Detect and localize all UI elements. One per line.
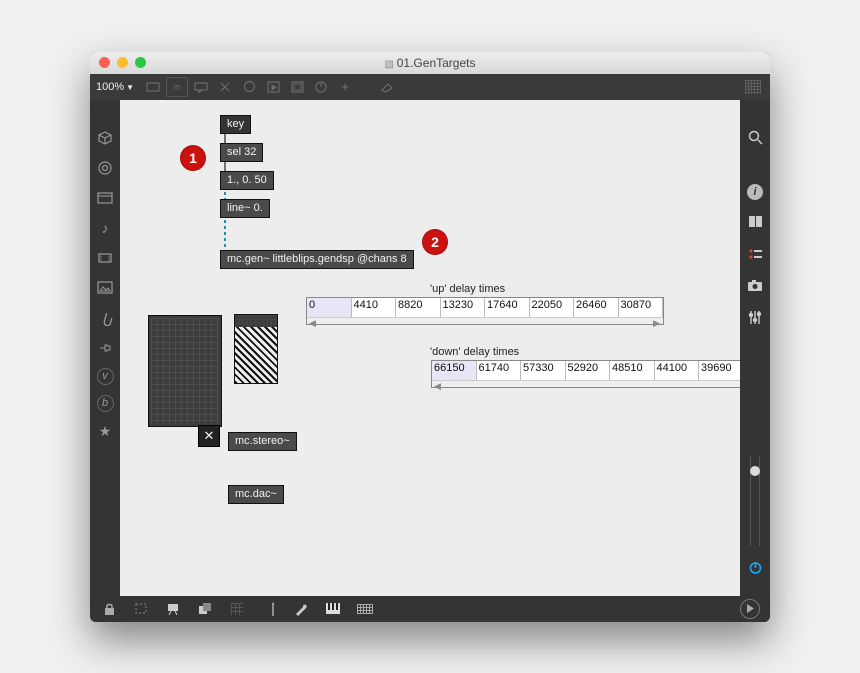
image-icon[interactable] bbox=[95, 278, 115, 298]
mute-toggle[interactable]: ✕ bbox=[198, 425, 220, 447]
power-icon[interactable] bbox=[745, 558, 765, 578]
object-line[interactable]: line~ 0. bbox=[220, 199, 270, 218]
star-icon[interactable]: ★ bbox=[95, 422, 115, 442]
zoom-dropdown[interactable]: 100%▼ bbox=[96, 81, 134, 93]
object-key[interactable]: key bbox=[220, 115, 251, 134]
toolbar-eraser-icon[interactable] bbox=[376, 77, 398, 97]
toolbar-m-icon[interactable]: m bbox=[166, 77, 188, 97]
note-icon[interactable]: ♪ bbox=[95, 218, 115, 238]
table-cell[interactable]: 22050 bbox=[530, 298, 575, 318]
letter-v-icon[interactable]: v bbox=[97, 368, 114, 385]
patcher-canvas[interactable]: 1 2 key sel 32 1., 0. 50 line~ 0. mc.gen… bbox=[120, 100, 740, 596]
piano-icon[interactable] bbox=[324, 600, 342, 618]
table-down[interactable]: 66150 61740 57330 52920 48510 44100 3969… bbox=[431, 360, 740, 388]
movie-icon[interactable] bbox=[95, 248, 115, 268]
table-cell[interactable]: 26460 bbox=[574, 298, 619, 318]
table-cell[interactable]: 61740 bbox=[477, 361, 522, 381]
object-mcstereo[interactable]: mc.stereo~ bbox=[228, 432, 297, 451]
present-icon[interactable] bbox=[164, 600, 182, 618]
plug-icon[interactable] bbox=[95, 338, 115, 358]
letter-b-icon[interactable]: b bbox=[97, 395, 114, 412]
right-sidebar: i bbox=[740, 100, 770, 596]
titlebar: 01.GenTargets bbox=[90, 52, 770, 74]
table-up[interactable]: 0 4410 8820 13230 17640 22050 26460 3087… bbox=[306, 297, 664, 325]
multislider[interactable] bbox=[234, 314, 278, 384]
list-icon[interactable] bbox=[745, 244, 765, 264]
table-cell[interactable]: 30870 bbox=[619, 298, 664, 318]
toolbar-x-icon[interactable] bbox=[214, 77, 236, 97]
camera-icon[interactable] bbox=[745, 276, 765, 296]
keyboard-icon[interactable] bbox=[356, 600, 374, 618]
comment-down: 'down' delay times bbox=[430, 346, 519, 358]
table-cell[interactable]: 52920 bbox=[566, 361, 611, 381]
table-cell[interactable]: 39690 bbox=[699, 361, 740, 381]
toolbar-comment-icon[interactable] bbox=[190, 77, 212, 97]
table-cell[interactable]: 0 bbox=[307, 298, 352, 318]
search-icon[interactable] bbox=[745, 128, 765, 148]
table-cell[interactable]: 17640 bbox=[485, 298, 530, 318]
top-toolbar: 100%▼ m + bbox=[90, 74, 770, 101]
left-sidebar: ♪ v b ★ bbox=[90, 100, 120, 596]
bottom-toolbar bbox=[90, 596, 770, 622]
object-message[interactable]: 1., 0. 50 bbox=[220, 171, 274, 190]
table-cell[interactable]: 4410 bbox=[352, 298, 397, 318]
zoom-button[interactable] bbox=[135, 57, 146, 68]
comment-up: 'up' delay times bbox=[430, 283, 505, 295]
panel-icon[interactable] bbox=[95, 188, 115, 208]
audio-play-button[interactable] bbox=[740, 599, 760, 619]
select-tool-icon[interactable] bbox=[132, 600, 150, 618]
toolbar-plus-icon[interactable]: + bbox=[334, 77, 356, 97]
traffic-lights bbox=[99, 57, 146, 68]
cube-icon[interactable] bbox=[95, 128, 115, 148]
close-button[interactable] bbox=[99, 57, 110, 68]
target-icon[interactable] bbox=[95, 158, 115, 178]
volume-fader[interactable] bbox=[748, 456, 762, 546]
wand-icon[interactable] bbox=[260, 600, 278, 618]
table-cell[interactable]: 57330 bbox=[521, 361, 566, 381]
table-cell[interactable]: 44100 bbox=[655, 361, 700, 381]
scope[interactable] bbox=[148, 315, 222, 427]
toolbar-rect-icon[interactable] bbox=[142, 77, 164, 97]
table-cell[interactable]: 66150 bbox=[432, 361, 477, 381]
toolbar-grid-icon[interactable] bbox=[742, 77, 764, 97]
toolbar-play-box-icon[interactable] bbox=[262, 77, 284, 97]
app-window: 01.GenTargets 100%▼ m + bbox=[90, 52, 770, 622]
table-cell[interactable]: 13230 bbox=[441, 298, 486, 318]
lock-icon[interactable] bbox=[100, 600, 118, 618]
minimize-button[interactable] bbox=[117, 57, 128, 68]
docs-icon[interactable] bbox=[745, 212, 765, 232]
toolbar-circle-icon[interactable] bbox=[238, 77, 260, 97]
info-icon[interactable]: i bbox=[747, 184, 763, 200]
annotation-badge-2: 2 bbox=[422, 229, 448, 255]
object-sel[interactable]: sel 32 bbox=[220, 143, 263, 162]
wrench-icon[interactable] bbox=[292, 600, 310, 618]
object-mcgen[interactable]: mc.gen~ littleblips.gendsp @chans 8 bbox=[220, 250, 414, 269]
table-cell[interactable]: 48510 bbox=[610, 361, 655, 381]
window-title: 01.GenTargets bbox=[90, 56, 770, 70]
mixer-icon[interactable] bbox=[745, 308, 765, 328]
toolbar-dial-icon[interactable] bbox=[310, 77, 332, 97]
layers-icon[interactable] bbox=[196, 600, 214, 618]
paperclip-icon[interactable] bbox=[95, 308, 115, 328]
toolbar-frame-icon[interactable] bbox=[286, 77, 308, 97]
object-mcdac[interactable]: mc.dac~ bbox=[228, 485, 284, 504]
annotation-badge-1: 1 bbox=[180, 145, 206, 171]
grid-toggle-icon[interactable] bbox=[228, 600, 246, 618]
table-cell[interactable]: 8820 bbox=[396, 298, 441, 318]
